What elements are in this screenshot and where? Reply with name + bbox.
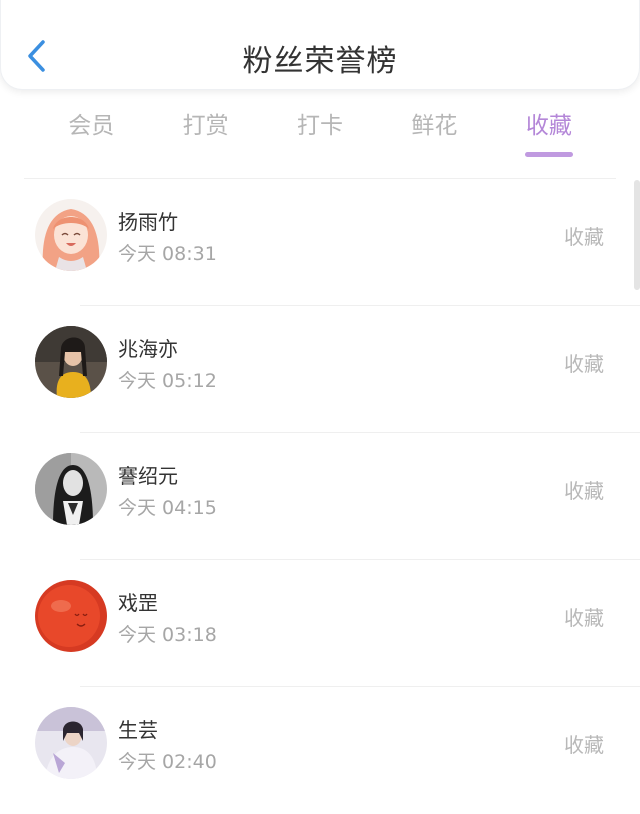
fan-time: 今天 02:40 <box>118 751 217 773</box>
tab-label: 打赏 <box>182 113 229 139</box>
list-item[interactable]: 兆海亦 今天 05:12 收藏 <box>35 306 640 433</box>
tab-favorites[interactable]: 收藏 <box>492 106 606 162</box>
avatar <box>35 707 107 779</box>
fan-action-label: 收藏 <box>564 352 604 376</box>
fan-action-label: 收藏 <box>564 479 604 503</box>
fan-time: 今天 04:15 <box>118 497 217 519</box>
tab-bar: 会员 打赏 打卡 鲜花 收藏 <box>34 106 606 162</box>
tab-members[interactable]: 会员 <box>34 106 148 162</box>
page-title: 粉丝荣誉榜 <box>242 44 398 79</box>
list-item[interactable]: 扬雨竹 今天 08:31 收藏 <box>35 179 640 306</box>
tab-label: 会员 <box>68 113 115 139</box>
avatar <box>35 580 107 652</box>
fan-name: 謇绍元 <box>118 464 178 488</box>
fan-name: 戏罡 <box>118 591 158 615</box>
tab-label: 打卡 <box>297 113 344 139</box>
fan-name: 扬雨竹 <box>118 210 178 234</box>
tab-rewards[interactable]: 打赏 <box>148 106 262 162</box>
fan-time: 今天 08:31 <box>118 243 217 265</box>
fan-action-label: 收藏 <box>564 225 604 249</box>
list-item[interactable]: 謇绍元 今天 04:15 收藏 <box>35 433 640 560</box>
tab-checkin[interactable]: 打卡 <box>263 106 377 162</box>
tab-label: 收藏 <box>525 113 572 139</box>
tab-label: 鲜花 <box>411 113 458 139</box>
fan-action-label: 收藏 <box>564 733 604 757</box>
fan-time: 今天 03:18 <box>118 624 217 646</box>
fan-name: 兆海亦 <box>118 337 178 361</box>
avatar <box>35 453 107 525</box>
list-item[interactable]: 生芸 今天 02:40 收藏 <box>35 687 640 814</box>
scrollbar[interactable] <box>634 180 640 290</box>
tab-flowers[interactable]: 鲜花 <box>377 106 491 162</box>
active-tab-indicator <box>524 152 573 157</box>
list-item[interactable]: 戏罡 今天 03:18 收藏 <box>35 560 640 687</box>
header: 粉丝荣誉榜 <box>0 0 640 90</box>
fan-list: 扬雨竹 今天 08:31 收藏 兆海亦 今天 05:12 收藏 謇绍元 今天 0… <box>0 179 640 814</box>
fan-action-label: 收藏 <box>564 606 604 630</box>
avatar <box>35 326 107 398</box>
fan-time: 今天 05:12 <box>118 370 217 392</box>
fan-name: 生芸 <box>118 718 158 742</box>
avatar <box>35 199 107 271</box>
